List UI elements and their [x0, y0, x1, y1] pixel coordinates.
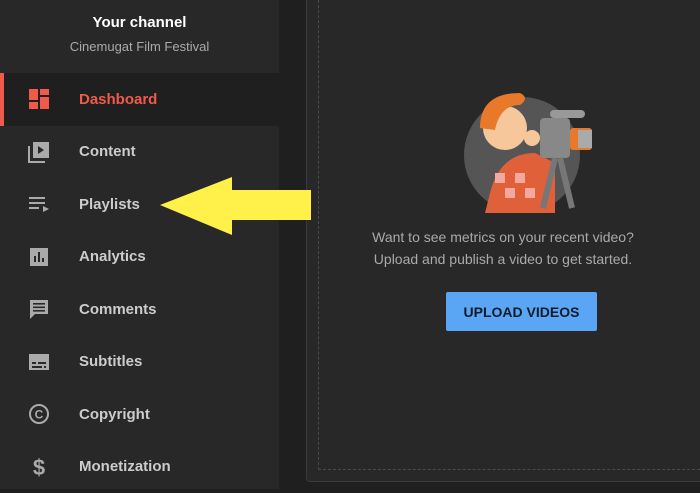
playlists-icon [28, 193, 50, 215]
analytics-icon [28, 246, 50, 268]
sidebar: Your channel Cinemugat Film Festival Das… [0, 0, 279, 489]
sidebar-item-subtitles[interactable]: Subtitles [0, 336, 279, 389]
sidebar-item-copyright[interactable]: C Copyright [0, 388, 279, 441]
sidebar-nav: Dashboard Content Playlists Analytics Co… [0, 73, 279, 493]
svg-text:C: C [35, 408, 44, 422]
comments-icon [28, 298, 50, 320]
sidebar-item-label: Dashboard [79, 91, 157, 108]
sidebar-item-comments[interactable]: Comments [0, 283, 279, 336]
sidebar-item-label: Content [79, 143, 136, 160]
sidebar-item-label: Comments [79, 301, 157, 318]
content-icon [28, 141, 50, 163]
dashboard-icon [28, 88, 50, 110]
sidebar-item-label: Monetization [79, 458, 171, 475]
upload-videos-button[interactable]: UPLOAD VIDEOS [446, 292, 597, 331]
monetization-icon: $ [28, 456, 50, 478]
sidebar-item-label: Playlists [79, 196, 140, 213]
sidebar-item-label: Analytics [79, 248, 146, 265]
sidebar-item-monetization[interactable]: $ Monetization [0, 441, 279, 493]
channel-heading: Your channel [0, 14, 279, 31]
videographer-illustration [460, 88, 605, 218]
copyright-icon: C [28, 403, 50, 425]
subtitles-icon [28, 351, 50, 373]
sidebar-item-content[interactable]: Content [0, 126, 279, 179]
empty-state-message-line2: Upload and publish a video to get starte… [306, 251, 700, 267]
yellow-arrow-annotation [155, 172, 315, 242]
svg-text:$: $ [33, 456, 45, 478]
sidebar-item-label: Copyright [79, 406, 150, 423]
sidebar-item-dashboard[interactable]: Dashboard [0, 73, 279, 126]
channel-name: Cinemugat Film Festival [0, 39, 279, 54]
sidebar-item-label: Subtitles [79, 353, 142, 370]
empty-state-message-line1: Want to see metrics on your recent video… [306, 229, 700, 245]
